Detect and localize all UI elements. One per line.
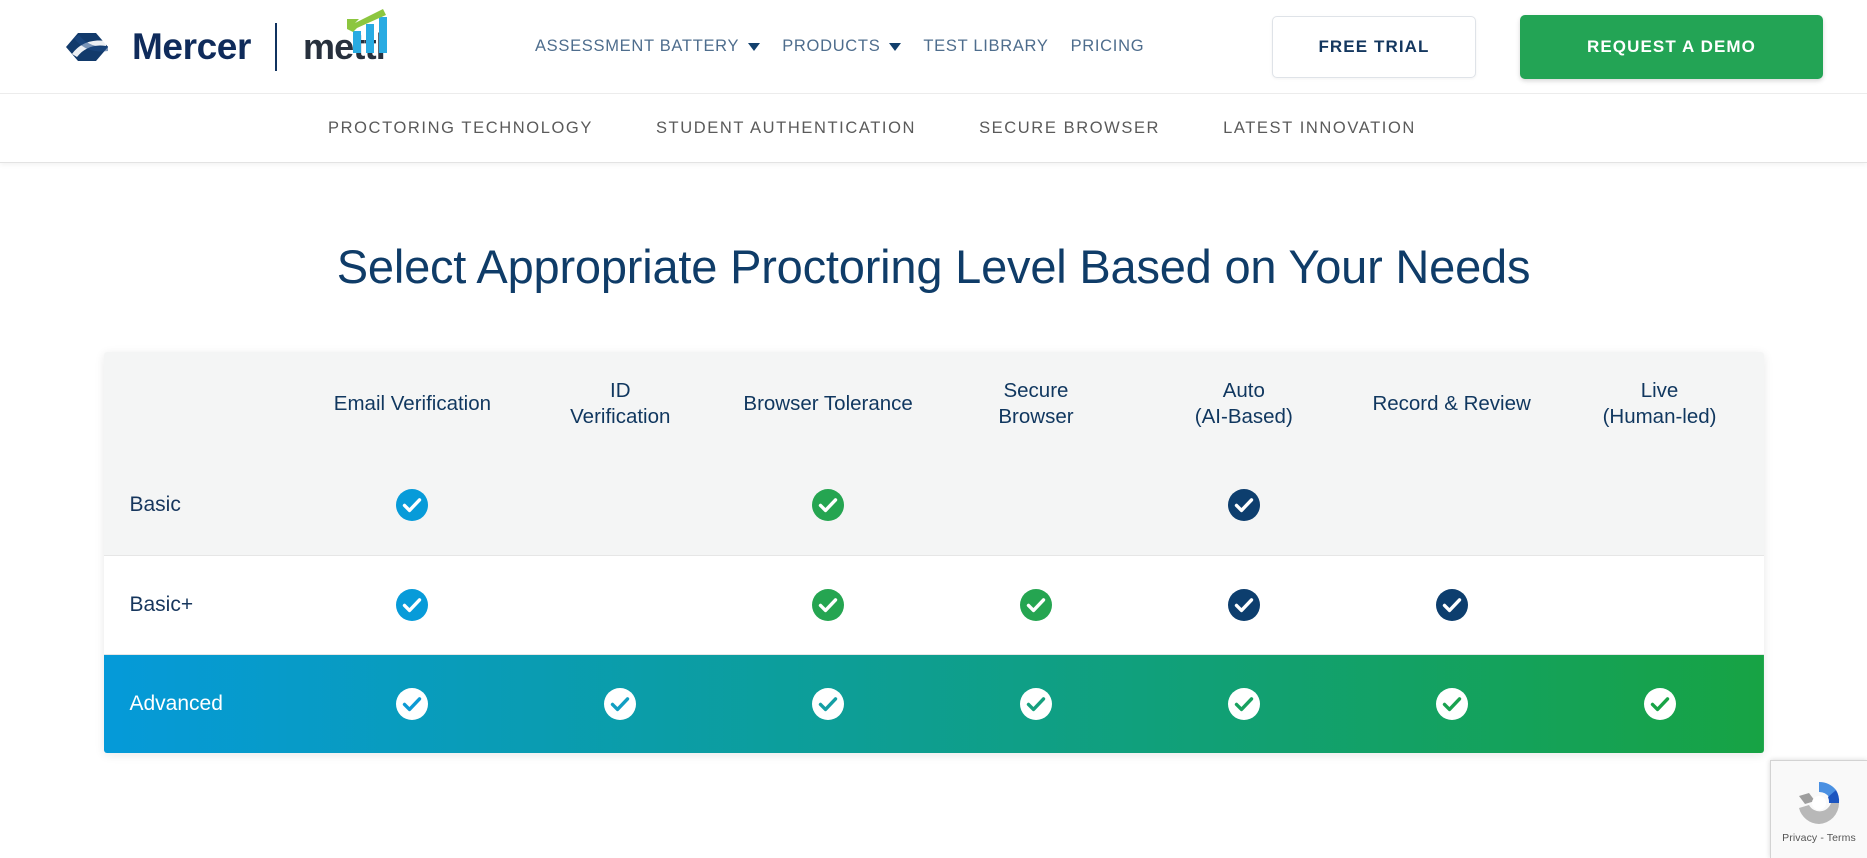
primary-navigation: ASSESSMENT BATTERY PRODUCTS TEST LIBRARY… — [535, 37, 1144, 56]
free-trial-button[interactable]: FREE TRIAL — [1272, 15, 1476, 78]
column-header-record-and-review: Record & Review — [1372, 392, 1531, 416]
table-header: Email Verification ID Verification Browse… — [103, 352, 1764, 456]
recaptcha-separator: - — [1820, 831, 1824, 844]
cell — [724, 456, 932, 555]
comparison-table: Email Verification ID Verification Browse… — [103, 352, 1764, 753]
check-icon — [1435, 687, 1469, 721]
empty-cell — [1556, 588, 1764, 622]
nav-label: TEST LIBRARY — [923, 37, 1049, 55]
column-header-browser-tolerance: Browser Tolerance — [743, 392, 913, 416]
column-header-auto-ai-based: Auto (AI-Based) — [1194, 379, 1293, 428]
table-row: Advanced — [103, 654, 1764, 753]
cell — [1140, 555, 1348, 654]
cell — [932, 555, 1140, 654]
cell — [932, 456, 1140, 555]
row-label-basic: Basic — [129, 493, 181, 517]
cell — [724, 654, 932, 753]
recaptcha-terms-link[interactable]: Terms — [1827, 832, 1856, 844]
recaptcha-links: Privacy - Terms — [1782, 832, 1856, 844]
check-icon — [1227, 687, 1261, 721]
subnav-item-secure-browser[interactable]: SECURE BROWSER — [979, 119, 1160, 138]
cell — [1556, 456, 1764, 555]
check-icon — [811, 687, 845, 721]
cell — [1348, 555, 1556, 654]
cell — [932, 654, 1140, 753]
row-label-basic-plus: Basic+ — [129, 592, 194, 616]
brand-lockup[interactable]: Mercer mettl — [62, 8, 387, 71]
check-icon — [395, 488, 429, 522]
cell — [1140, 456, 1348, 555]
check-icon — [811, 488, 845, 522]
nav-item-test-library[interactable]: TEST LIBRARY — [923, 37, 1048, 56]
page-title: Select Appropriate Proctoring Level Base… — [336, 240, 1531, 293]
nav-item-assessment-battery[interactable]: ASSESSMENT BATTERY — [534, 37, 761, 56]
table-body: Basic Basic+ Advanced — [103, 456, 1764, 753]
check-icon — [1227, 488, 1261, 522]
recaptcha-badge[interactable]: Privacy - Terms — [1770, 760, 1867, 858]
empty-cell — [516, 488, 724, 522]
mercer-infinity-mark-icon — [62, 29, 118, 65]
site-header: Mercer mettl ASSESSMENT BATTERY PRODUCTS… — [0, 0, 1867, 93]
cell — [724, 555, 932, 654]
table-header-row: Email Verification ID Verification Browse… — [103, 352, 1764, 456]
mettl-bar-chart-mark-icon — [337, 8, 389, 53]
recaptcha-privacy-link[interactable]: Privacy — [1782, 832, 1817, 844]
column-header-email-verification: Email Verification — [333, 392, 492, 416]
empty-cell — [1348, 488, 1556, 522]
empty-cell — [516, 588, 724, 622]
proctoring-comparison-table: Email Verification ID Verification Browse… — [103, 352, 1764, 753]
empty-cell — [932, 488, 1140, 522]
nav-item-products[interactable]: PRODUCTS — [782, 37, 902, 56]
cell — [516, 555, 724, 654]
column-header-live-human-led: Live (Human-led) — [1602, 379, 1717, 428]
table-row: Basic+ — [103, 555, 1764, 654]
header-actions: FREE TRIAL REQUEST A DEMO — [1272, 14, 1823, 79]
row-label-advanced: Advanced — [129, 691, 223, 715]
table-row: Basic — [103, 456, 1764, 555]
column-header-id-verification: ID Verification — [570, 379, 671, 428]
subnav-item-proctoring-technology[interactable]: PROCTORING TECHNOLOGY — [328, 119, 593, 138]
main-content: Select Appropriate Proctoring Level Base… — [0, 239, 1867, 753]
column-header-blank — [104, 352, 309, 456]
secondary-navigation: PROCTORING TECHNOLOGY STUDENT AUTHENTICA… — [0, 93, 1867, 163]
check-icon — [1019, 588, 1053, 622]
cell — [1556, 654, 1764, 753]
mettl-logo[interactable]: mettl — [303, 8, 387, 65]
nav-label: PRICING — [1070, 37, 1145, 55]
cell — [1348, 654, 1556, 753]
subnav-item-student-authentication[interactable]: STUDENT AUTHENTICATION — [656, 119, 916, 138]
check-icon — [1643, 687, 1677, 721]
subnav-item-latest-innovation[interactable]: LATEST INNOVATION — [1223, 119, 1416, 138]
cell — [516, 654, 724, 753]
check-icon — [603, 687, 637, 721]
cell — [309, 555, 517, 654]
cell — [309, 654, 517, 753]
mercer-wordmark: Mercer — [132, 26, 251, 67]
check-icon — [1435, 588, 1469, 622]
page-root: Mercer mettl ASSESSMENT BATTERY PRODUCTS… — [0, 0, 1867, 858]
check-icon — [395, 687, 429, 721]
nav-item-pricing[interactable]: PRICING — [1071, 37, 1145, 56]
check-icon — [395, 588, 429, 622]
request-demo-button[interactable]: REQUEST A DEMO — [1520, 14, 1823, 79]
check-icon — [1019, 687, 1053, 721]
nav-label: PRODUCTS — [782, 37, 881, 55]
chevron-down-icon[interactable] — [748, 42, 761, 51]
cell — [1140, 654, 1348, 753]
empty-cell — [1556, 488, 1764, 522]
cell — [309, 456, 517, 555]
check-icon — [811, 588, 845, 622]
mercer-logo[interactable]: Mercer — [62, 28, 251, 65]
cell — [516, 456, 724, 555]
chevron-down-icon[interactable] — [889, 42, 902, 51]
cell — [1556, 555, 1764, 654]
recaptcha-logo-icon — [1792, 776, 1846, 830]
nav-label: ASSESSMENT BATTERY — [534, 37, 740, 55]
brand-divider — [274, 22, 277, 71]
column-header-secure-browser: Secure Browser — [998, 379, 1074, 428]
cell — [1348, 456, 1556, 555]
check-icon — [1227, 588, 1261, 622]
